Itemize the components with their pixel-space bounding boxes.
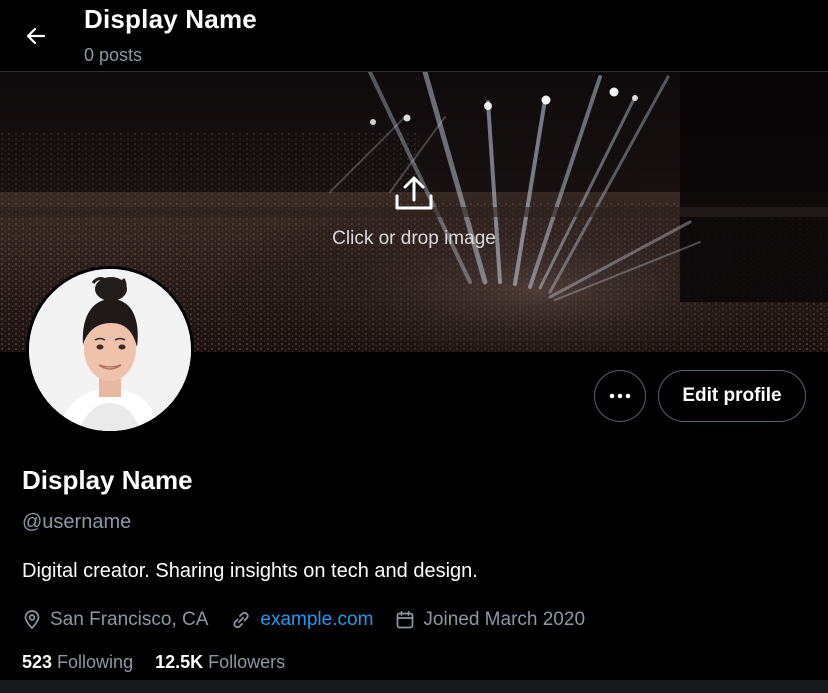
profile-website[interactable]: example.com <box>230 609 373 631</box>
upload-label: Click or drop image <box>332 228 496 249</box>
header-posts-count: 0 posts <box>84 45 143 65</box>
avatar[interactable] <box>26 266 194 434</box>
upload-prompt[interactable] <box>0 172 828 221</box>
header-title: Display Name <box>84 4 257 34</box>
bottom-divider <box>0 680 828 693</box>
profile-location-text: San Francisco, CA <box>50 609 209 630</box>
following-label: Following <box>57 652 134 672</box>
more-horizontal-icon <box>609 393 631 399</box>
following-count: 523 <box>22 652 53 672</box>
profile-username: @username <box>22 511 132 533</box>
followers-stat[interactable]: 12.5K Followers <box>155 652 285 673</box>
followers-count: 12.5K <box>155 652 204 672</box>
upload-icon <box>395 176 433 210</box>
followers-label: Followers <box>208 652 286 672</box>
profile-location: San Francisco, CA <box>22 609 208 631</box>
location-pin-icon <box>24 610 40 629</box>
avatar-photo <box>29 269 191 431</box>
profile-stats: 523 Following 12.5K Followers <box>22 652 307 673</box>
following-stat[interactable]: 523 Following <box>22 652 133 673</box>
arrow-left-icon <box>26 27 46 45</box>
profile-bio: Digital creator. Sharing insights on tec… <box>22 560 478 582</box>
link-icon <box>233 611 249 629</box>
profile-display-name: Display Name <box>22 465 193 495</box>
edit-profile-button[interactable]: Edit profile <box>658 370 806 422</box>
calendar-icon <box>397 610 414 629</box>
profile-meta: San Francisco, CA example.com Joined Mar… <box>22 606 607 634</box>
profile-website-link[interactable]: example.com <box>260 609 373 631</box>
back-button[interactable] <box>16 18 56 54</box>
profile-joined: Joined March 2020 <box>395 609 585 631</box>
more-options-button[interactable] <box>594 370 646 422</box>
profile-joined-text: Joined March 2020 <box>423 609 586 630</box>
profile-header: Display Name 0 posts <box>0 0 828 72</box>
